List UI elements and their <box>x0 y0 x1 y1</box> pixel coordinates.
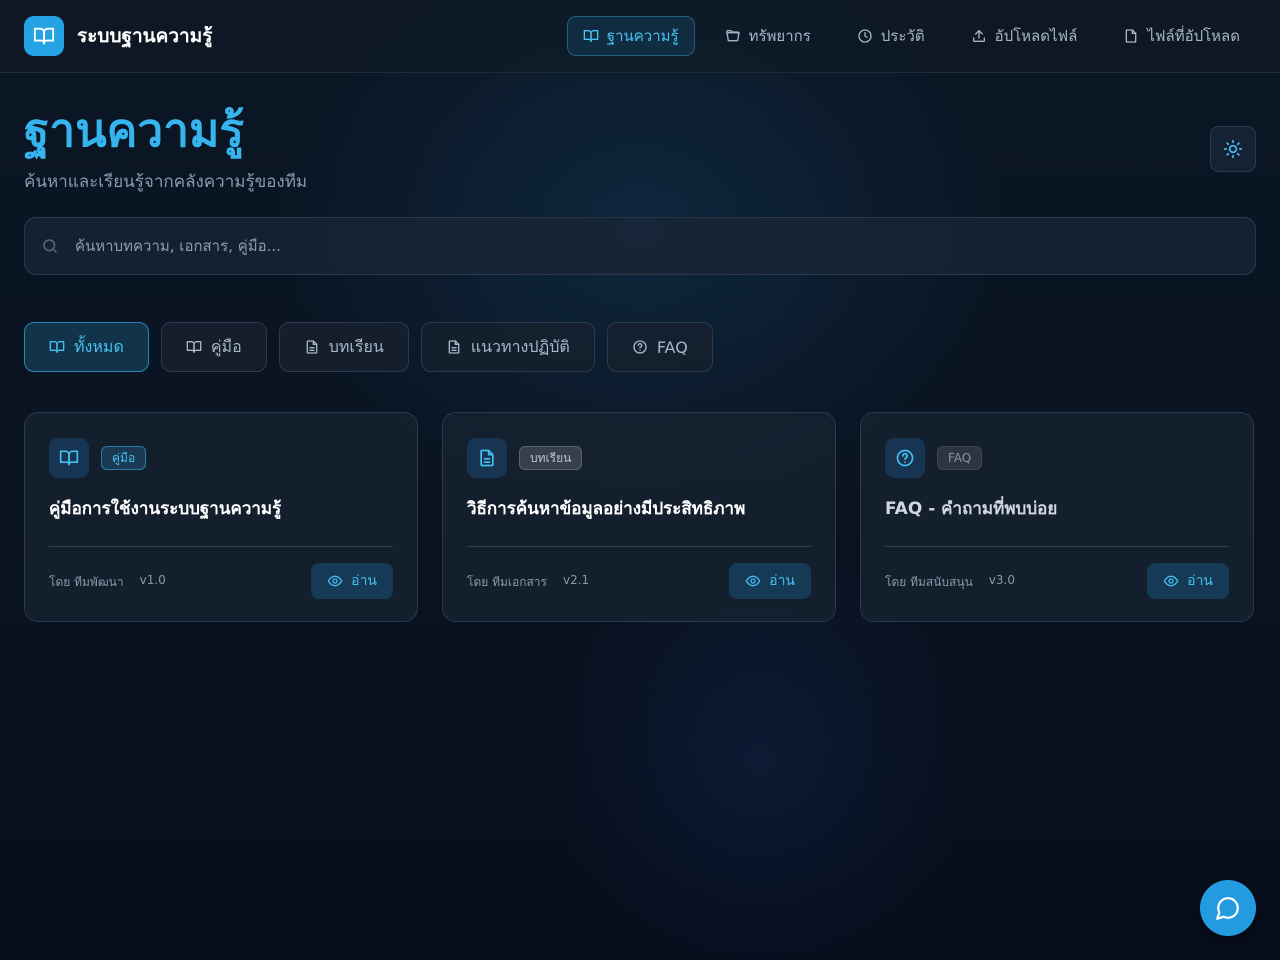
filter-label: บทเรียน <box>328 336 384 356</box>
chat-button[interactable] <box>1200 880 1256 936</box>
main-nav: ฐานความรู้ ทรัพยากร ประวัติ อัปโหลดไฟล์ … <box>566 16 1256 56</box>
folder-open-icon <box>725 28 749 44</box>
eye-icon <box>745 573 761 589</box>
theme-toggle-button[interactable] <box>1210 126 1256 172</box>
article-author: โดย ทีมพัฒนา <box>49 575 124 589</box>
card-divider <box>467 546 811 547</box>
filter-faq[interactable]: FAQ <box>606 322 713 372</box>
nav-item-label: ไฟล์ที่อัปโหลด <box>1147 27 1240 45</box>
nav-item-label: ทรัพยากร <box>748 27 811 45</box>
article-version: v2.1 <box>563 573 590 587</box>
nav-item-knowledge-base[interactable]: ฐานความรู้ <box>566 16 695 56</box>
filter-label: FAQ <box>656 337 688 357</box>
file-text-icon <box>304 339 329 355</box>
read-button[interactable]: อ่าน <box>311 563 393 599</box>
search-input[interactable] <box>73 236 1255 256</box>
card-divider <box>49 546 393 547</box>
article-card[interactable]: คู่มือ คู่มือการใช้งานระบบฐานความรู้ โดย… <box>24 412 418 622</box>
read-button-label: อ่าน <box>769 573 795 589</box>
clock-icon <box>857 28 881 44</box>
category-badge: FAQ <box>937 446 983 470</box>
card-divider <box>885 546 1229 547</box>
chat-bubble-icon <box>1215 895 1241 921</box>
nav-item-uploaded-files[interactable]: ไฟล์ที่อัปโหลด <box>1107 16 1256 56</box>
filter-guidelines[interactable]: แนวทางปฏิบัติ <box>420 322 595 372</box>
article-meta: โดย ทีมเอกสาร v2.1 <box>467 573 589 592</box>
sun-icon <box>1223 139 1243 159</box>
file-icon <box>1123 28 1147 44</box>
article-meta: โดย ทีมพัฒนา v1.0 <box>49 573 166 592</box>
nav-item-label: ประวัติ <box>880 27 925 45</box>
help-circle-icon <box>885 438 925 478</box>
page-subtitle: ค้นหาและเรียนรู้จากคลังความรู้ของทีม <box>24 172 308 192</box>
book-open-icon <box>583 28 607 44</box>
article-card[interactable]: บทเรียน วิธีการค้นหาข้อมูลอย่างมีประสิทธ… <box>442 412 836 622</box>
read-button[interactable]: อ่าน <box>1147 563 1229 599</box>
nav-item-label: ฐานความรู้ <box>606 27 679 45</box>
nav-item-label: อัปโหลดไฟล์ <box>994 27 1078 45</box>
nav-item-history[interactable]: ประวัติ <box>841 16 941 56</box>
article-title: FAQ - คำถามที่พบบ่อย <box>885 499 1058 519</box>
eye-icon <box>1163 573 1179 589</box>
filter-label: แนวทางปฏิบัติ <box>470 336 570 356</box>
article-version: v3.0 <box>988 573 1015 587</box>
article-card[interactable]: FAQ FAQ - คำถามที่พบบ่อย โดย ทีมสนับสนุน… <box>860 412 1254 622</box>
nav-item-upload[interactable]: อัปโหลดไฟล์ <box>955 16 1094 56</box>
page-title: ฐานความรู้ <box>24 103 245 157</box>
help-circle-icon <box>632 339 657 355</box>
top-navbar: ระบบฐานความรู้ ฐานความรู้ ทรัพยากร ประวั… <box>0 0 1280 73</box>
filter-manual[interactable]: คู่มือ <box>160 322 267 372</box>
book-open-icon <box>49 438 89 478</box>
search-bar <box>24 217 1256 275</box>
file-text-icon <box>467 438 507 478</box>
read-button-label: อ่าน <box>1187 573 1213 589</box>
category-filters: ทั้งหมด คู่มือ บทเรียน แนวทางปฏิบัติ FAQ <box>24 322 713 372</box>
read-button-label: อ่าน <box>351 573 377 589</box>
article-author: โดย ทีมสนับสนุน <box>885 575 973 589</box>
upload-icon <box>971 28 995 44</box>
nav-item-resources[interactable]: ทรัพยากร <box>709 16 827 56</box>
brand-title: ระบบฐานความรู้ <box>77 25 213 47</box>
category-badge: คู่มือ <box>101 446 147 470</box>
filter-all[interactable]: ทั้งหมด <box>24 322 149 372</box>
eye-icon <box>327 573 343 589</box>
article-author: โดย ทีมเอกสาร <box>467 575 547 589</box>
book-open-icon <box>186 339 211 355</box>
book-open-icon <box>49 339 74 355</box>
filter-label: ทั้งหมด <box>74 336 124 356</box>
filter-label: คู่มือ <box>210 336 242 356</box>
filter-lesson[interactable]: บทเรียน <box>278 322 409 372</box>
file-text-icon <box>446 339 471 355</box>
article-version: v1.0 <box>139 573 166 587</box>
brand[interactable]: ระบบฐานความรู้ <box>24 16 212 56</box>
article-title: คู่มือการใช้งานระบบฐานความรู้ <box>49 499 282 519</box>
read-button[interactable]: อ่าน <box>729 563 811 599</box>
book-open-icon <box>24 16 64 56</box>
search-icon <box>41 237 59 255</box>
article-meta: โดย ทีมสนับสนุน v3.0 <box>885 573 1015 592</box>
article-title: วิธีการค้นหาข้อมูลอย่างมีประสิทธิภาพ <box>467 499 746 519</box>
category-badge: บทเรียน <box>519 446 583 470</box>
article-grid: คู่มือ คู่มือการใช้งานระบบฐานความรู้ โดย… <box>24 412 1254 622</box>
